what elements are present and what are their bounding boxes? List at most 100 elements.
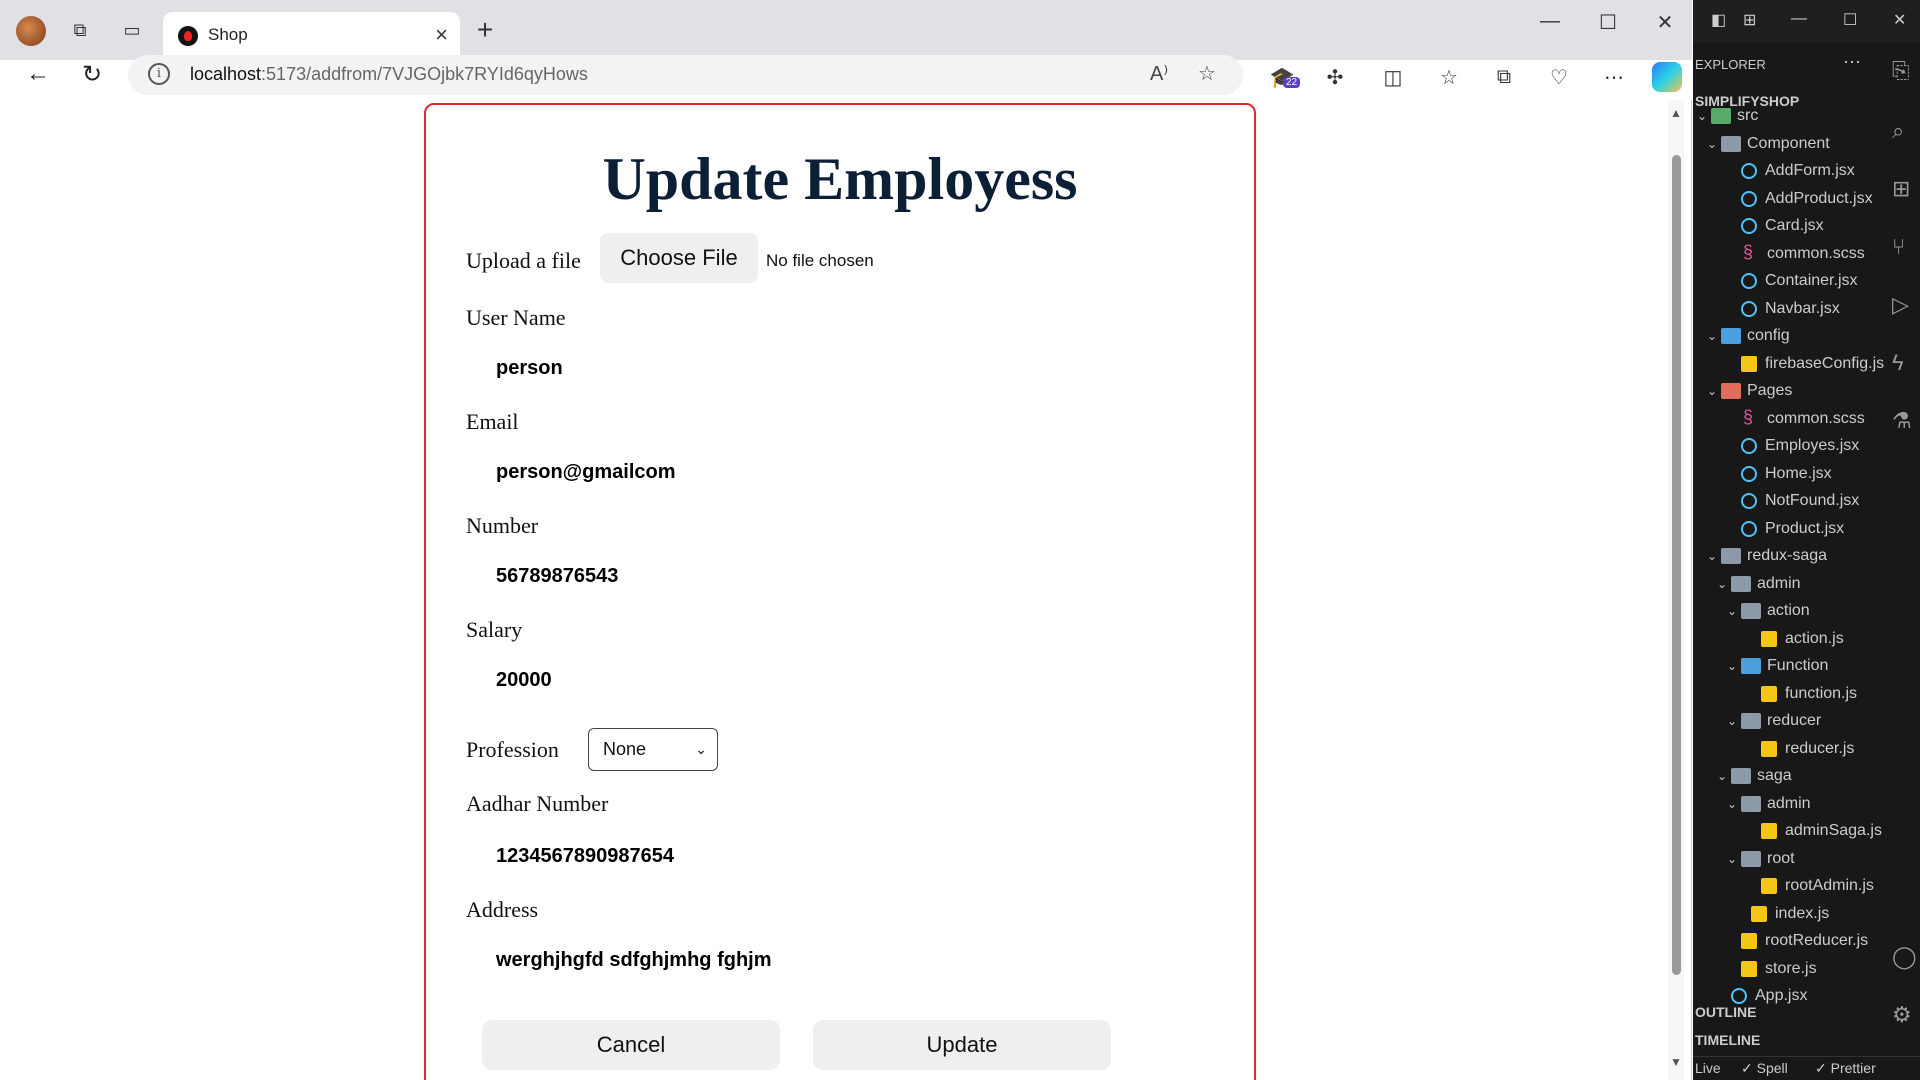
split-screen-icon[interactable]: ◫: [1376, 60, 1410, 94]
close-window-icon[interactable]: ✕: [1650, 10, 1680, 35]
minimize-icon[interactable]: —: [1535, 10, 1565, 33]
chevron-down-icon[interactable]: ⌄: [1727, 659, 1741, 673]
extension-icon[interactable]: 🎓 22: [1265, 60, 1301, 94]
choose-file-button[interactable]: Choose File: [600, 233, 758, 283]
cancel-button[interactable]: Cancel: [482, 1020, 780, 1070]
workspaces-icon[interactable]: ⧉: [66, 16, 94, 44]
settings-gear-icon[interactable]: ⚙: [1892, 1002, 1912, 1028]
tree-item[interactable]: Card.jsx: [1727, 213, 1824, 239]
chevron-down-icon[interactable]: ⌄: [1717, 769, 1731, 783]
refresh-icon[interactable]: ↻: [76, 58, 108, 90]
status-prettier[interactable]: ✓ Prettier: [1815, 1060, 1876, 1077]
minimize-icon[interactable]: —: [1791, 10, 1807, 28]
testing-icon[interactable]: ⚗: [1892, 408, 1912, 434]
maximize-icon[interactable]: ☐: [1593, 10, 1623, 35]
source-control-icon[interactable]: ⑂: [1892, 234, 1905, 260]
tree-item[interactable]: store.js: [1727, 956, 1817, 982]
tree-item[interactable]: ⌄ root: [1727, 846, 1795, 872]
url-text[interactable]: localhost:5173/addfrom/7VJGOjbk7RYId6qyH…: [190, 64, 588, 85]
chevron-down-icon[interactable]: ⌄: [1727, 604, 1741, 618]
chevron-down-icon[interactable]: ⌄: [1707, 137, 1721, 151]
chevron-down-icon[interactable]: ⌄: [1707, 329, 1721, 343]
tree-item[interactable]: ⌄ reducer: [1727, 708, 1821, 734]
scroll-up-icon[interactable]: ▲: [1670, 106, 1682, 120]
extensions-icon[interactable]: ⊞: [1892, 176, 1910, 202]
address-bar[interactable]: i localhost:5173/addfrom/7VJGOjbk7RYId6q…: [128, 55, 1243, 95]
browser-essentials-icon[interactable]: ♡: [1542, 60, 1576, 94]
tree-item[interactable]: adminSaga.js: [1747, 818, 1882, 844]
tree-item[interactable]: action.js: [1747, 626, 1844, 652]
aadhar-field[interactable]: [496, 845, 1096, 868]
tree-item[interactable]: rootReducer.js: [1727, 928, 1868, 954]
chevron-down-icon[interactable]: ⌄: [1707, 384, 1721, 398]
tree-item[interactable]: Home.jsx: [1727, 461, 1832, 487]
email-field[interactable]: [496, 461, 1096, 484]
tab-shop[interactable]: Shop ×: [163, 12, 460, 60]
status-live[interactable]: Live: [1695, 1060, 1721, 1076]
tree-item[interactable]: Product.jsx: [1727, 516, 1844, 542]
tree-item[interactable]: ⌄ Function: [1727, 653, 1828, 679]
tree-item[interactable]: common.scss: [1727, 241, 1865, 267]
chevron-down-icon[interactable]: ⌄: [1707, 549, 1721, 563]
back-icon[interactable]: ←: [22, 58, 54, 90]
vertical-tabs-icon[interactable]: ▭: [118, 16, 146, 44]
run-debug-icon[interactable]: ▷: [1892, 292, 1909, 318]
explorer-icon[interactable]: ⎘: [1892, 58, 1910, 84]
timeline-section[interactable]: TIMELINE: [1695, 1032, 1760, 1048]
update-button[interactable]: Update: [813, 1020, 1111, 1070]
new-tab-button[interactable]: +: [470, 14, 500, 46]
chevron-down-icon[interactable]: ⌄: [1697, 109, 1711, 123]
close-window-icon[interactable]: ✕: [1893, 10, 1906, 30]
tree-item[interactable]: AddProduct.jsx: [1727, 186, 1873, 212]
tree-item[interactable]: ⌄ admin: [1717, 571, 1801, 597]
chevron-down-icon[interactable]: ⌄: [1727, 797, 1741, 811]
tree-item[interactable]: common.scss: [1727, 406, 1865, 432]
read-aloud-icon[interactable]: A⁾: [1150, 61, 1168, 86]
chevron-down-icon[interactable]: ⌄: [1727, 714, 1741, 728]
tree-item[interactable]: ⌄ redux-saga: [1707, 543, 1827, 569]
tree-item[interactable]: Container.jsx: [1727, 268, 1858, 294]
lightning-icon[interactable]: ϟ: [1892, 350, 1904, 376]
page-scrollbar[interactable]: ▲ ▼: [1668, 100, 1684, 1080]
profession-select[interactable]: None ⌄: [588, 728, 718, 771]
salary-field[interactable]: [496, 669, 1096, 692]
maximize-icon[interactable]: ☐: [1843, 10, 1857, 30]
tree-item[interactable]: firebaseConfig.js: [1727, 351, 1884, 377]
tree-item[interactable]: ⌄ Component: [1707, 131, 1830, 157]
layout-icon[interactable]: ⊞: [1743, 10, 1756, 30]
tree-item[interactable]: Navbar.jsx: [1727, 296, 1840, 322]
outline-section[interactable]: OUTLINE: [1695, 1004, 1756, 1020]
copilot-icon[interactable]: [1650, 60, 1684, 94]
tree-item[interactable]: Employes.jsx: [1727, 433, 1859, 459]
tree-item[interactable]: ⌄ src: [1697, 103, 1758, 129]
tree-item[interactable]: function.js: [1747, 681, 1857, 707]
chevron-down-icon[interactable]: ⌄: [1717, 577, 1731, 591]
close-tab-icon[interactable]: ×: [435, 22, 448, 48]
status-spell[interactable]: ✓ Spell: [1741, 1060, 1788, 1077]
tree-item[interactable]: ⌄ action: [1727, 598, 1810, 624]
more-menu-icon[interactable]: ⋯: [1597, 60, 1631, 94]
tree-item[interactable]: ⌄ Pages: [1707, 378, 1792, 404]
tree-item[interactable]: ⌄ admin: [1727, 791, 1811, 817]
tree-item[interactable]: ⌄ saga: [1717, 763, 1792, 789]
account-icon[interactable]: ◯: [1892, 944, 1917, 970]
tree-item[interactable]: reducer.js: [1747, 736, 1854, 762]
scroll-down-icon[interactable]: ▼: [1670, 1055, 1682, 1069]
tree-item[interactable]: ⌄ config: [1707, 323, 1790, 349]
tree-item[interactable]: rootAdmin.js: [1747, 873, 1874, 899]
chevron-down-icon[interactable]: ⌄: [1727, 852, 1741, 866]
scrollbar-thumb[interactable]: [1672, 155, 1681, 975]
tree-item[interactable]: AddForm.jsx: [1727, 158, 1855, 184]
username-field[interactable]: [496, 357, 1096, 380]
search-icon[interactable]: ⌕: [1892, 118, 1904, 144]
toggle-sidebar-icon[interactable]: ◧: [1711, 10, 1726, 30]
extensions-puzzle-icon[interactable]: ✣: [1318, 60, 1352, 94]
address-field[interactable]: [496, 949, 1096, 972]
favorite-star-icon[interactable]: ☆: [1198, 61, 1216, 86]
tree-item[interactable]: index.js: [1737, 901, 1829, 927]
favorites-icon[interactable]: ☆: [1432, 60, 1466, 94]
number-field[interactable]: [496, 565, 1096, 588]
tree-item[interactable]: NotFound.jsx: [1727, 488, 1859, 514]
site-info-icon[interactable]: i: [148, 63, 170, 85]
more-actions-icon[interactable]: ⋯: [1843, 52, 1861, 73]
